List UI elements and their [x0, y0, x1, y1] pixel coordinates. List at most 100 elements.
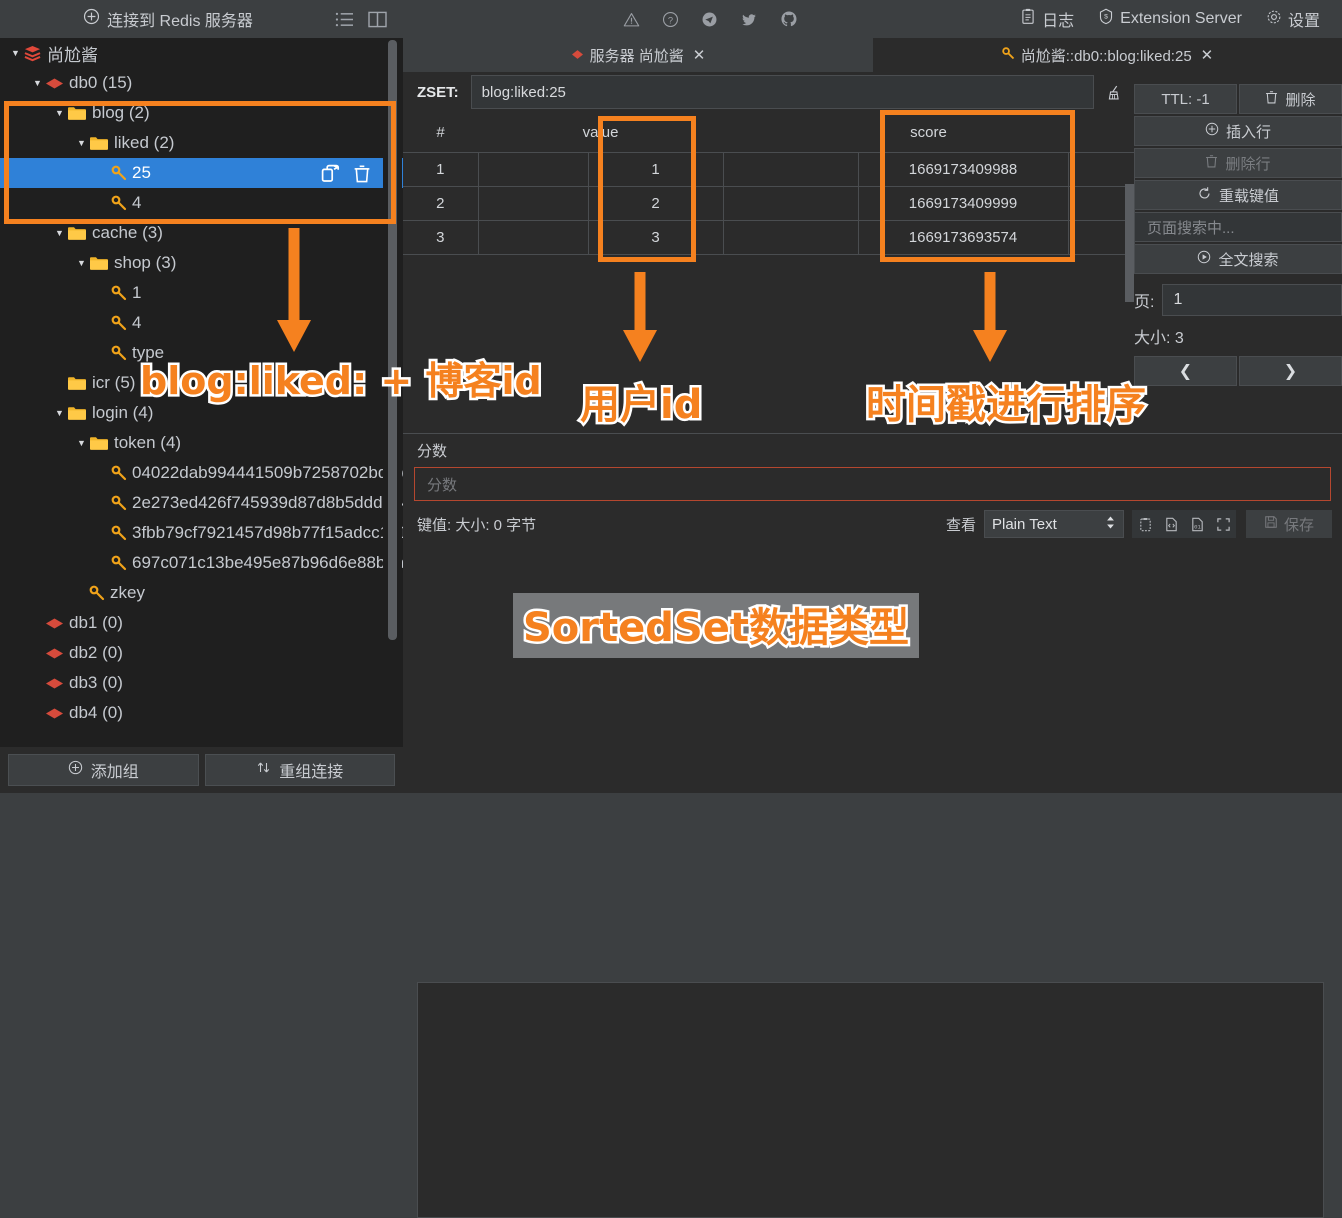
- cell-data[interactable]: 1669173409988: [857, 152, 1069, 187]
- tree-item-4[interactable]: ▼4: [0, 308, 403, 338]
- chevron-down-icon[interactable]: ▼: [8, 48, 23, 58]
- table-row[interactable]: 1 1 1669173409988: [403, 152, 1135, 187]
- key-type-label: ZSET:: [417, 83, 459, 101]
- chevron-updown-icon: [1105, 515, 1116, 534]
- tree-item-4[interactable]: ▼4: [0, 188, 403, 218]
- chevron-down-icon[interactable]: ▼: [74, 138, 89, 148]
- fullscreen-icon[interactable]: [1210, 517, 1236, 532]
- tree-item-shop[interactable]: ▼ shop (3): [0, 248, 403, 278]
- save-button[interactable]: 保存: [1246, 510, 1332, 538]
- value-textarea[interactable]: [417, 982, 1324, 1218]
- page-input[interactable]: 1: [1162, 284, 1342, 316]
- tree-scrollbar-thumb[interactable]: [388, 40, 397, 640]
- table-row[interactable]: 3 3 1669173693574: [403, 220, 1135, 255]
- view-mode-select[interactable]: Plain Text: [984, 510, 1124, 538]
- cell-index[interactable]: 1: [403, 152, 479, 187]
- telegram-icon[interactable]: [690, 11, 729, 28]
- cell-data[interactable]: 1669173693574: [857, 220, 1069, 255]
- tab-key[interactable]: 尚尬酱::db0::blog:liked:25 ✕: [873, 38, 1342, 72]
- chevron-down-icon[interactable]: ▼: [30, 78, 45, 88]
- tree-item-db3[interactable]: ▼db3 (0): [0, 668, 403, 698]
- cell-data[interactable]: [477, 186, 589, 221]
- tree-item-04022dab994441509b7258702bdf[interactable]: ▼04022dab994441509b7258702bdf8dd: [0, 458, 403, 488]
- table-scrollbar-thumb[interactable]: [1125, 184, 1134, 302]
- insert-row-button[interactable]: 插入行: [1134, 116, 1342, 146]
- warning-icon[interactable]: [612, 11, 651, 28]
- settings-button[interactable]: 设置: [1254, 7, 1332, 31]
- table-row[interactable]: 2 2 1669173409999: [403, 186, 1135, 221]
- tree-item-db1[interactable]: ▼db1 (0): [0, 608, 403, 638]
- log-button[interactable]: 日志: [1008, 7, 1086, 31]
- split-panel-icon[interactable]: [361, 11, 394, 28]
- next-page-button[interactable]: ❯: [1239, 356, 1342, 386]
- list-icon[interactable]: [328, 11, 361, 28]
- tree-item-697c071c13be495e87b96d6e88b5[interactable]: ▼697c071c13be495e87b96d6e88b5a063: [0, 548, 403, 578]
- key-name-value: blog:liked:25: [481, 83, 566, 101]
- tree-item-blog[interactable]: ▼ blog (2): [0, 98, 403, 128]
- cell-data[interactable]: 1: [587, 152, 724, 187]
- sort-arrows-icon: [256, 760, 271, 780]
- delete-row-button[interactable]: 删除行: [1134, 148, 1342, 178]
- chevron-down-icon[interactable]: ▼: [74, 258, 89, 268]
- paste-icon[interactable]: [1132, 517, 1158, 532]
- cell-index[interactable]: 3: [403, 220, 479, 255]
- key-name-input[interactable]: blog:liked:25: [470, 75, 1094, 109]
- binary-file-icon[interactable]: 01: [1184, 517, 1210, 532]
- chevron-down-icon[interactable]: ▼: [52, 228, 67, 238]
- copy-key-icon[interactable]: [321, 164, 341, 183]
- extension-server-button[interactable]: $ Extension Server: [1086, 8, 1254, 30]
- ttl-button[interactable]: TTL: -1: [1134, 84, 1237, 114]
- delete-key-icon[interactable]: [353, 164, 371, 183]
- tree-item-25[interactable]: ▼25: [0, 158, 403, 188]
- key-icon: [111, 495, 127, 511]
- cell-data[interactable]: 2: [587, 186, 724, 221]
- cell-data[interactable]: [722, 186, 859, 221]
- cell-data[interactable]: [722, 220, 859, 255]
- cell-index[interactable]: 2: [403, 186, 479, 221]
- tree-item-db0[interactable]: ▼ db0 (15): [0, 68, 403, 98]
- zset-table[interactable]: # value score 1 1 1669173409988 2 2 166917340…: [403, 112, 1135, 255]
- close-icon[interactable]: ✕: [693, 46, 706, 64]
- tab-server[interactable]: 服务器 尚尬酱 ✕: [403, 38, 873, 72]
- tree-item-icr[interactable]: ▼icr (5): [0, 368, 403, 398]
- tree-item-type[interactable]: ▼type: [0, 338, 403, 368]
- regroup-connection-button[interactable]: 重组连接: [204, 754, 395, 786]
- tree-item-2e273ed426f745939d87d8b5ddd6[interactable]: ▼2e273ed426f745939d87d8b5ddd6644: [0, 488, 403, 518]
- chevron-down-icon[interactable]: ▼: [74, 438, 89, 448]
- help-icon[interactable]: ?: [651, 11, 690, 28]
- delete-key-button[interactable]: 删除: [1239, 84, 1342, 114]
- tree-item-1[interactable]: ▼1: [0, 278, 403, 308]
- github-icon[interactable]: [769, 10, 809, 28]
- add-group-button[interactable]: 添加组: [8, 754, 199, 786]
- close-icon[interactable]: ✕: [1201, 46, 1214, 64]
- cell-data[interactable]: 1669173409999: [857, 186, 1069, 221]
- tree-item-cache[interactable]: ▼ cache (3): [0, 218, 403, 248]
- tree-item-db4[interactable]: ▼db4 (0): [0, 698, 403, 728]
- reload-key-button[interactable]: 重载键值: [1134, 180, 1342, 210]
- full-text-search-button[interactable]: 全文搜索: [1134, 244, 1342, 274]
- page-search-input[interactable]: 页面搜索中...: [1134, 212, 1342, 242]
- twitter-icon[interactable]: [729, 11, 769, 28]
- code-file-icon[interactable]: [1158, 517, 1184, 532]
- key-tree[interactable]: ▼尚尬酱▼db0 (15)▼blog (2)▼liked (2)▼25▼4▼ca…: [0, 38, 403, 747]
- cell-data[interactable]: [722, 152, 859, 187]
- tree-item--[interactable]: ▼ 尚尬酱: [0, 38, 403, 68]
- tree-item-liked[interactable]: ▼ liked (2): [0, 128, 403, 158]
- tree-item-login[interactable]: ▼ login (4): [0, 398, 403, 428]
- chevron-down-icon[interactable]: ▼: [52, 408, 67, 418]
- cell-data[interactable]: 3: [587, 220, 724, 255]
- cell-data[interactable]: [1067, 152, 1135, 187]
- cell-data[interactable]: [477, 152, 589, 187]
- settings-label: 设置: [1287, 13, 1320, 30]
- folder-icon: [67, 405, 87, 421]
- cell-data[interactable]: [477, 220, 589, 255]
- prev-page-button[interactable]: ❮: [1134, 356, 1237, 386]
- tree-item-zkey[interactable]: ▼zkey: [0, 578, 403, 608]
- tree-item-db2[interactable]: ▼db2 (0): [0, 638, 403, 668]
- tree-item-3fbb79cf7921457d98b77f15adcc[interactable]: ▼3fbb79cf7921457d98b77f15adcc101b: [0, 518, 403, 548]
- broom-icon[interactable]: [1094, 84, 1134, 101]
- score-input[interactable]: 分数: [414, 467, 1331, 501]
- tree-item-token[interactable]: ▼ token (4): [0, 428, 403, 458]
- connect-to-redis-button[interactable]: 连接到 Redis 服务器: [8, 7, 328, 31]
- chevron-down-icon[interactable]: ▼: [52, 108, 67, 118]
